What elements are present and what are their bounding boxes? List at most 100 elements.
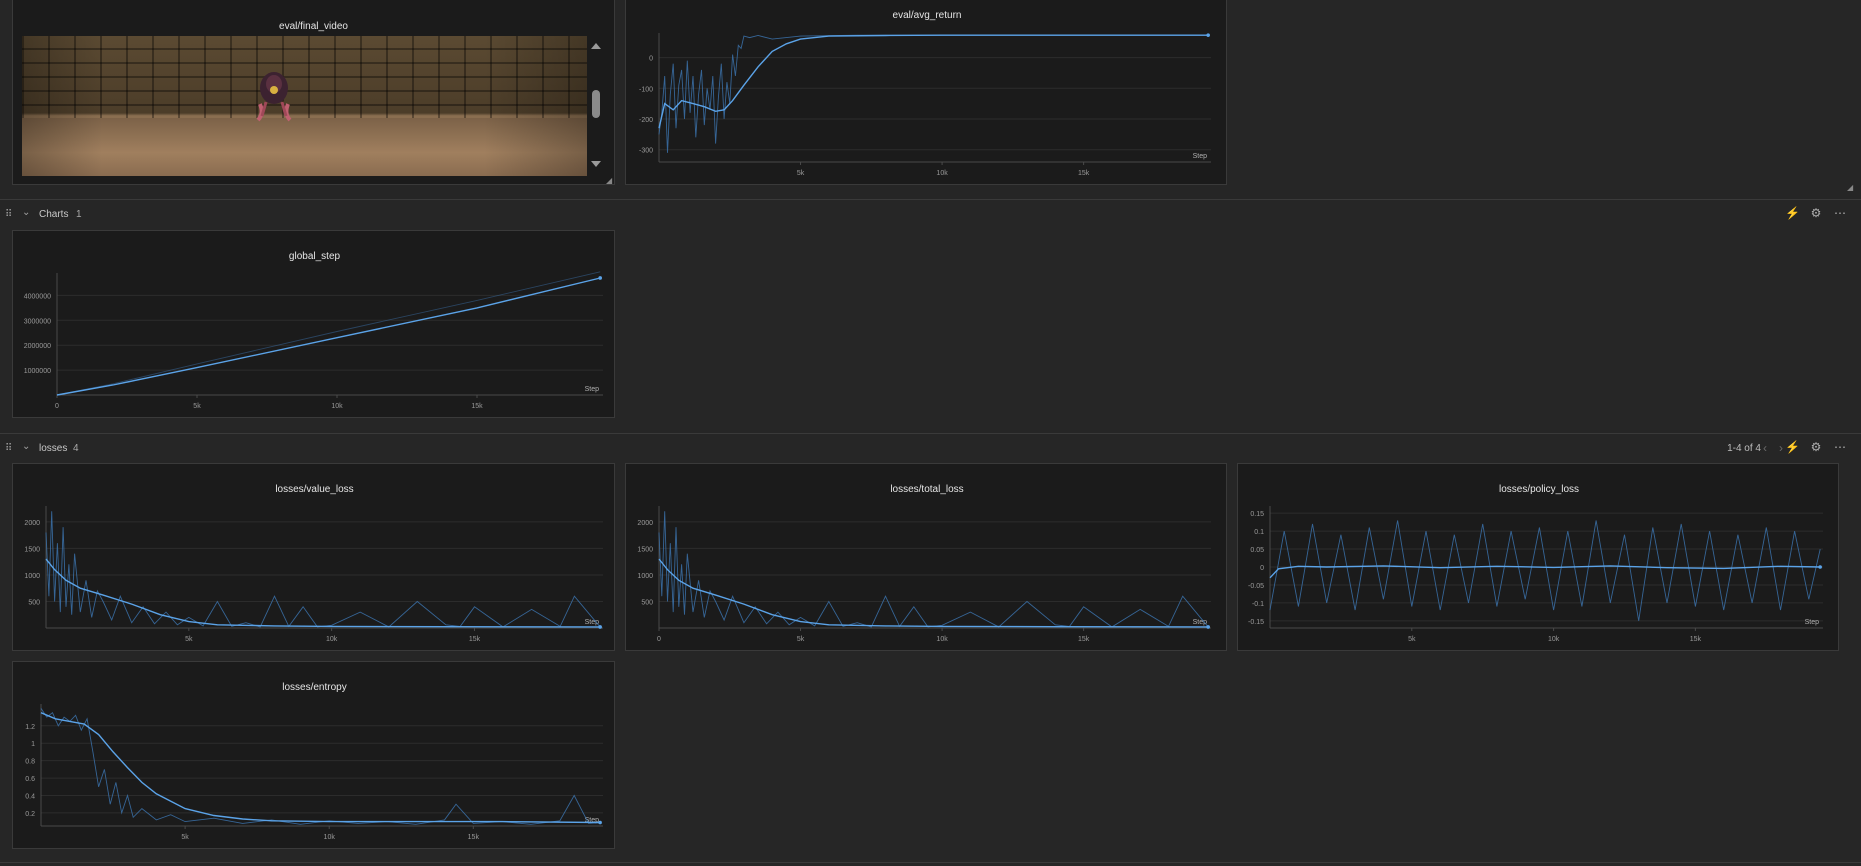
- x-tick-label: 5k: [1408, 636, 1416, 643]
- y-tick-label: 0.8: [25, 759, 35, 766]
- raw-series-line[interactable]: [56, 271, 601, 396]
- y-tick-label: 0: [649, 56, 653, 63]
- chart-title: eval/avg_return: [893, 10, 962, 21]
- chart-policy-loss[interactable]: losses/policy_loss 0.15 0.1 0.05 0 -0.05 -0.1 -…: [1238, 464, 1840, 652]
- section-name: Charts: [39, 209, 69, 220]
- x-tick-label: 15k: [1078, 636, 1090, 643]
- y-tick-label: 1: [31, 741, 35, 748]
- panel-global-step: global_step 4000000 3000000 2000000 1000000 0…: [12, 230, 615, 418]
- chart-title: losses/value_loss: [275, 484, 353, 495]
- x-tick-label: 5k: [193, 403, 201, 410]
- section-count: 4: [73, 443, 79, 454]
- y-tick-label: 0.15: [1250, 511, 1264, 518]
- y-tick-label: 3000000: [24, 318, 51, 325]
- y-tick-label: 4000000: [24, 293, 51, 300]
- scroll-thumb: [592, 90, 600, 118]
- panel-entropy: losses/entropy 1.2 1 0.8 0.6 0.4 0.2 5k 10k 15k St…: [12, 661, 615, 849]
- y-tick-label: -0.05: [1248, 583, 1264, 590]
- chart-title: losses/total_loss: [890, 484, 963, 495]
- x-tick-label: 15k: [468, 834, 480, 841]
- chart-entropy[interactable]: losses/entropy1.210.80.60.40.25k 10k 15kSt…: [13, 662, 616, 850]
- y-tick-label: 0.4: [25, 794, 35, 801]
- chevron-down-icon[interactable]: ⌄: [22, 441, 30, 452]
- monster-sprite: [256, 72, 292, 122]
- x-tick-label: 5k: [797, 170, 805, 177]
- y-tick-label: 0.2: [25, 811, 35, 818]
- x-tick-label: 0: [55, 403, 59, 410]
- raw-series-line[interactable]: [658, 511, 1209, 628]
- y-tick-label: 1000: [637, 573, 653, 580]
- panel-total-loss: losses/total_loss 2000 1500 1000 500 0 5k 10k 15…: [625, 463, 1227, 651]
- y-tick-label: 1500: [637, 546, 653, 553]
- more-icon[interactable]: ⋯: [1833, 440, 1847, 454]
- panel-policy-loss: losses/policy_loss 0.15 0.1 0.05 0 -0.05 -0.1 -…: [1237, 463, 1839, 651]
- y-tick-label: 0: [1260, 565, 1264, 572]
- y-tick-label: 500: [641, 599, 653, 606]
- chart-avg-return[interactable]: eval/avg_return 0 -100 -200 -300 5k 10k 15k Step: [626, 0, 1228, 186]
- y-tick-label: 2000: [637, 520, 653, 527]
- gear-icon[interactable]: ⚙: [1809, 206, 1823, 220]
- x-tick-label: 15k: [469, 636, 481, 643]
- y-tick-label: 500: [28, 599, 40, 606]
- y-tick-label: 1000: [24, 573, 40, 580]
- magic-wand-icon[interactable]: ⚡: [1785, 206, 1800, 220]
- section-charts[interactable]: ⠿ ⌄ Charts 1 ⚡ ⚙ ⋯: [0, 199, 1861, 229]
- chart-global-step[interactable]: global_step 4000000 3000000 2000000 1000000 0…: [13, 231, 616, 419]
- section-losses[interactable]: ⠿ ⌄ losses 4 1-4 of 4 ‹› ⚡ ⚙ ⋯: [0, 433, 1861, 463]
- section-resize-icon[interactable]: ◢: [1847, 183, 1853, 192]
- raw-series-line[interactable]: [1269, 520, 1821, 621]
- x-axis-label: Step: [1193, 153, 1208, 160]
- x-tick-label: 5k: [797, 636, 805, 643]
- magic-wand-icon[interactable]: ⚡: [1785, 440, 1800, 454]
- x-tick-label: 5k: [185, 636, 193, 643]
- x-axis-label: Step: [585, 386, 600, 393]
- y-tick-label: 2000000: [24, 343, 51, 350]
- x-tick-label: 15k: [1078, 170, 1090, 177]
- last-point-marker: [598, 276, 602, 280]
- scroll-up-icon: [591, 43, 601, 49]
- y-tick-label: 1500: [24, 546, 40, 553]
- more-icon[interactable]: ⋯: [1833, 206, 1847, 220]
- smoothed-series-line[interactable]: [1269, 565, 1821, 579]
- y-tick-label: 0.05: [1250, 547, 1264, 554]
- raw-series-line[interactable]: [45, 511, 601, 628]
- chart-total-loss[interactable]: losses/total_loss 2000 1500 1000 500 0 5k 10k 15…: [626, 464, 1228, 652]
- gear-icon[interactable]: ⚙: [1809, 440, 1823, 454]
- x-tick-label: 5k: [181, 834, 189, 841]
- video-panel-title: eval/final_video: [279, 21, 348, 32]
- panel-value-loss: losses/value_loss 2000 1500 1000 500 5k 10k 15k…: [12, 463, 615, 651]
- x-tick-label: 10k: [1548, 636, 1560, 643]
- y-tick-label: -200: [639, 117, 653, 124]
- x-tick-label: 10k: [936, 170, 948, 177]
- chart-title: global_step: [289, 251, 341, 262]
- chart-value-loss[interactable]: losses/value_loss 2000 1500 1000 500 5k 10k 15k…: [13, 464, 616, 652]
- x-tick-label: 10k: [331, 403, 343, 410]
- section-count: 1: [76, 209, 82, 220]
- y-tick-label: -100: [639, 86, 653, 93]
- y-tick-label: -0.15: [1248, 619, 1264, 626]
- x-axis-label: Step: [1805, 619, 1820, 626]
- chevron-left-icon[interactable]: ‹: [1763, 441, 1779, 455]
- pager-label: 1-4 of 4: [1727, 443, 1761, 454]
- drag-handle-icon[interactable]: ⠿: [5, 209, 12, 220]
- chevron-down-icon[interactable]: ⌄: [22, 207, 30, 218]
- last-point-marker: [598, 625, 602, 629]
- section-name: losses: [39, 443, 68, 454]
- last-point-marker: [1206, 625, 1210, 629]
- y-tick-label: 1.2: [25, 724, 35, 731]
- raw-series-line[interactable]: [658, 34, 1209, 153]
- scroll-down-icon: [591, 161, 601, 167]
- last-point-marker: [1818, 565, 1822, 569]
- panel-avg-return: eval/avg_return 0 -100 -200 -300 5k 10k 15k Step: [625, 0, 1227, 185]
- drag-handle-icon[interactable]: ⠿: [5, 443, 12, 454]
- video-scrollbar[interactable]: [590, 40, 602, 175]
- y-tick-label: 0.1: [1254, 529, 1264, 536]
- y-tick-label: 2000: [24, 520, 40, 527]
- x-tick-label: 15k: [471, 403, 483, 410]
- bottom-divider: [0, 862, 1861, 863]
- resize-handle-icon[interactable]: ◢: [606, 176, 612, 185]
- smoothed-series-line[interactable]: [40, 712, 601, 824]
- x-tick-label: 15k: [1690, 636, 1702, 643]
- x-tick-label: 0: [657, 636, 661, 643]
- chart-title: losses/entropy: [282, 682, 346, 693]
